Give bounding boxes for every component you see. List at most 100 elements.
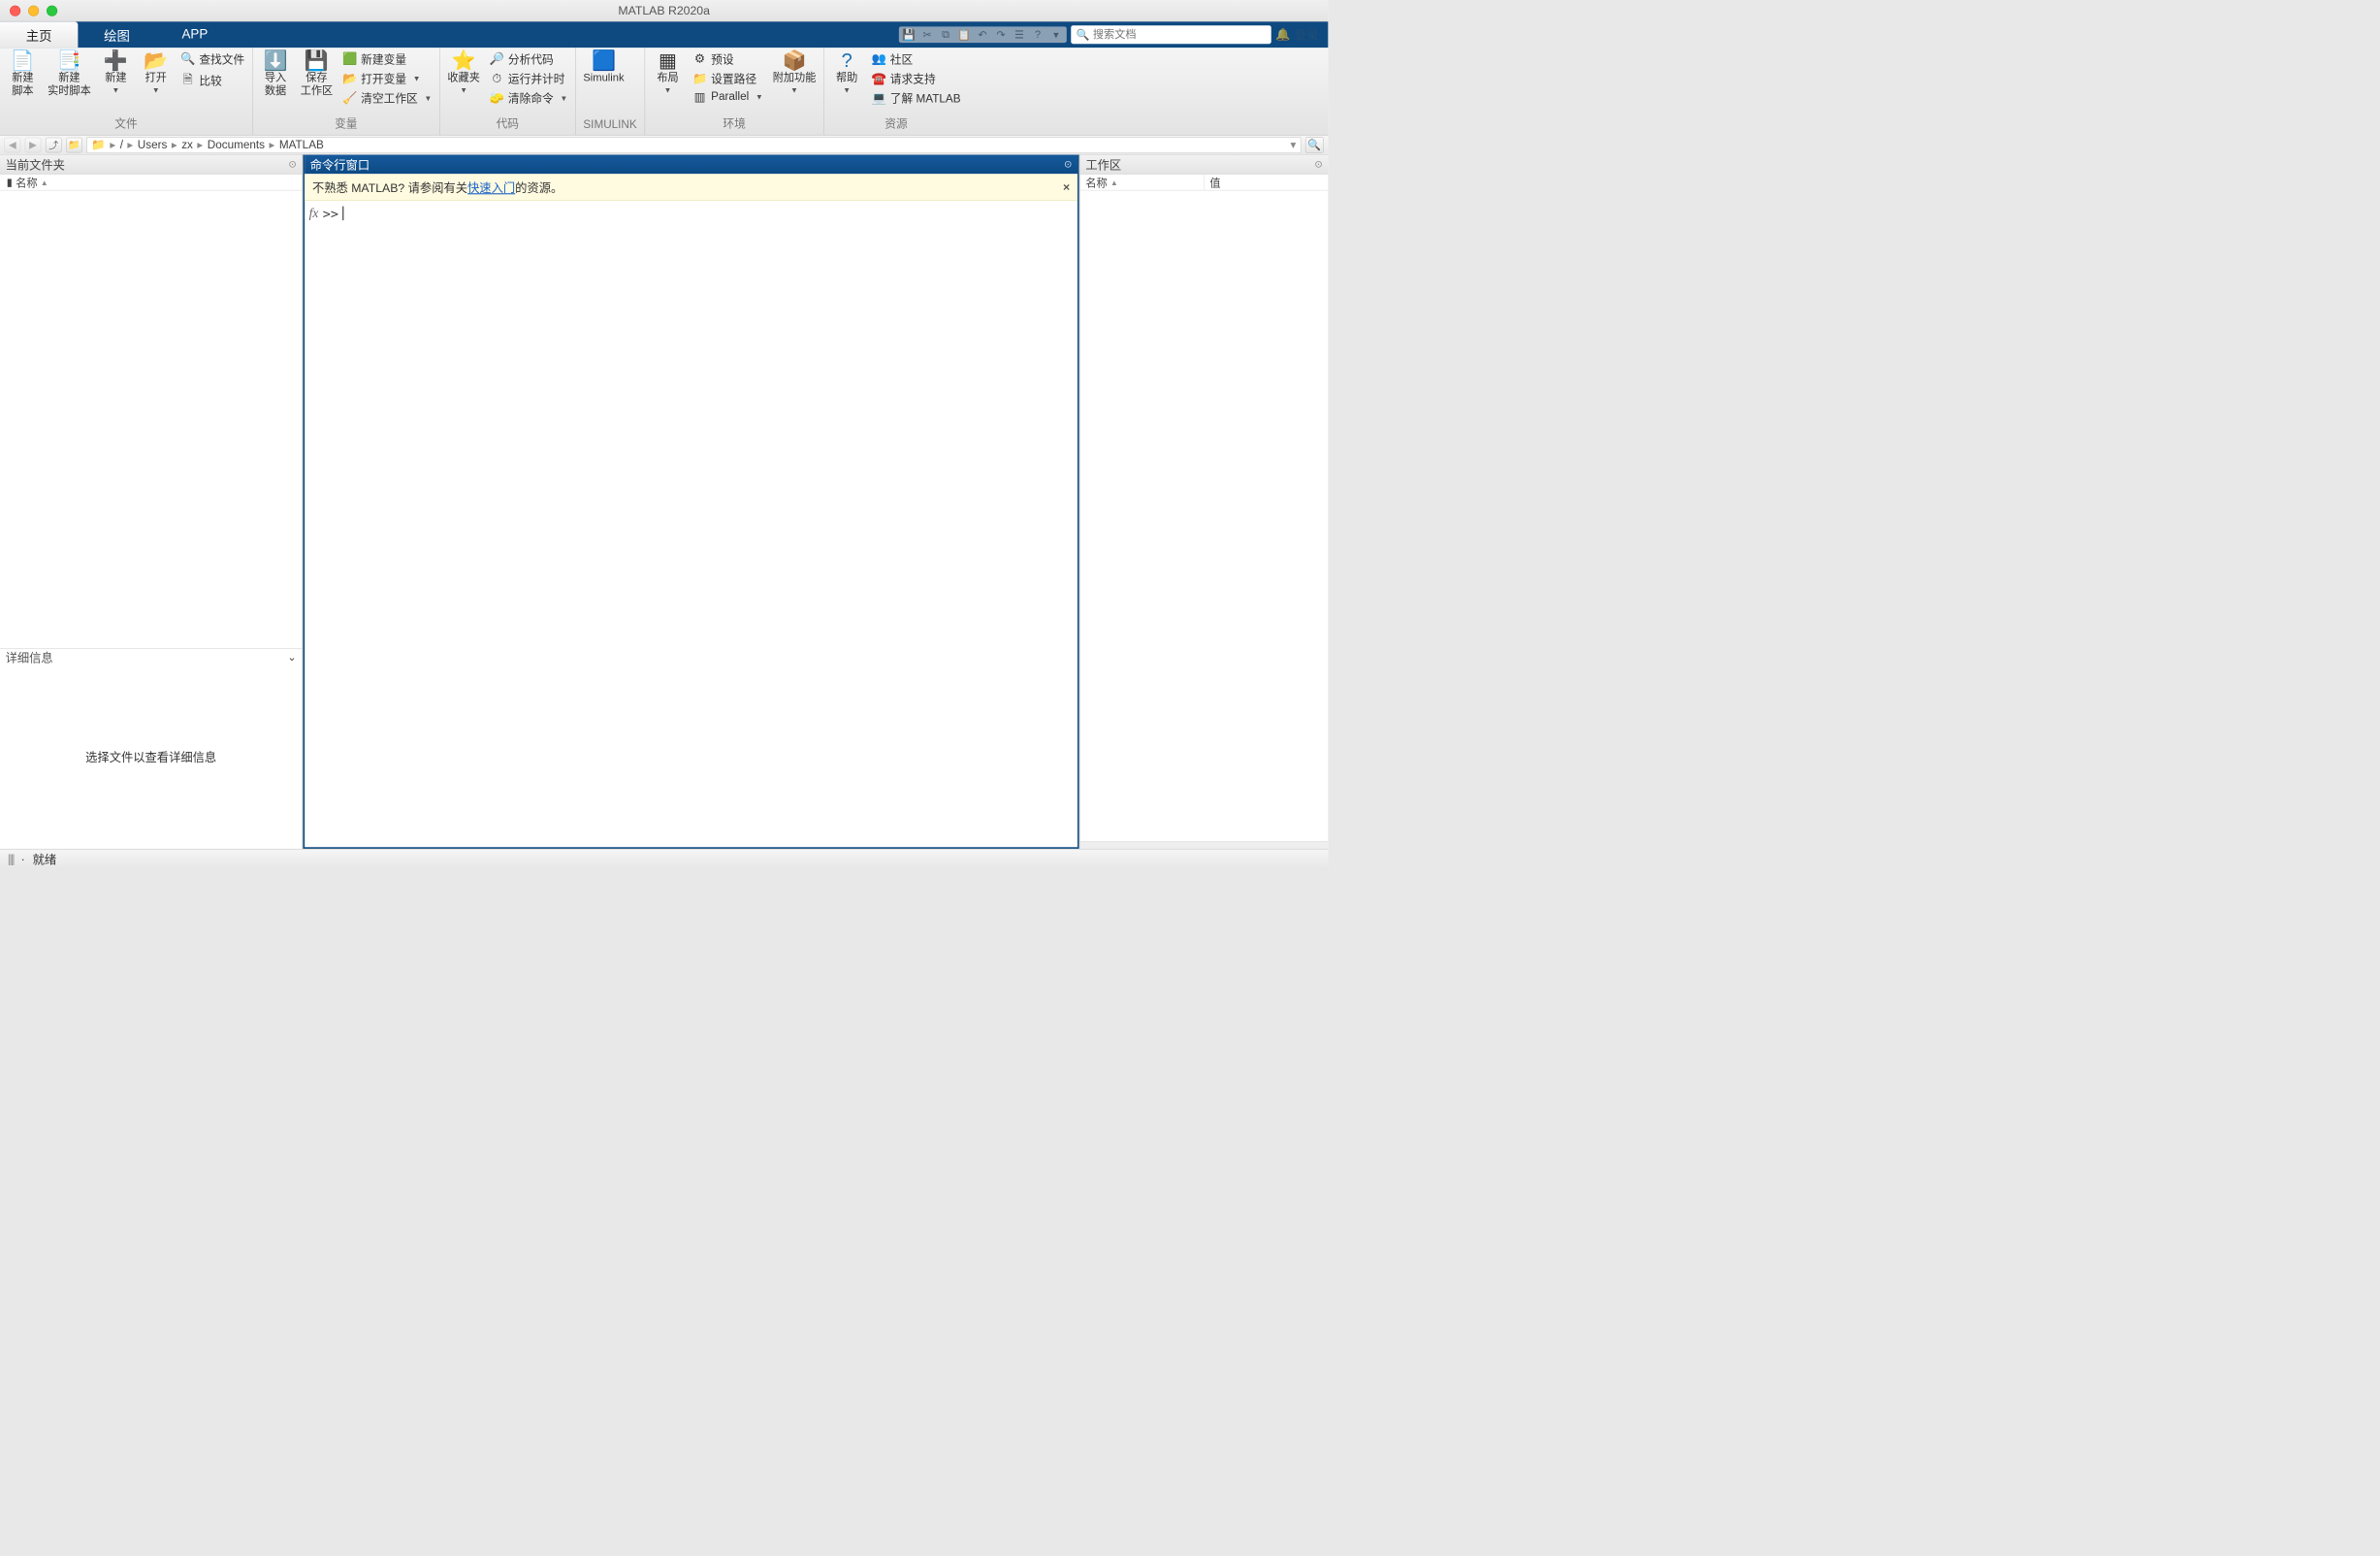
up-folder-button[interactable]: ⤴ [46,137,62,152]
addon-icon: 📦 [783,50,807,70]
current-folder-col-name[interactable]: ▮ 名称 ▲ [0,175,302,191]
copy-icon[interactable]: ⧉ [939,27,953,42]
titlebar: MATLAB R2020a [0,0,1328,21]
command-line[interactable]: fx >> [305,201,1077,227]
chevron-down-icon: ▼ [152,85,160,94]
open-variable-button[interactable]: 📂打开变量▼ [342,71,432,87]
cut-icon[interactable]: ✂ [920,27,935,42]
parallel-button[interactable]: ▥Parallel▼ [692,90,762,105]
clear-commands-button[interactable]: 🧽清除命令▼ [490,90,567,107]
switch-icon[interactable]: ☰ [1013,27,1027,42]
doc-search[interactable]: 🔍 [1071,25,1270,44]
community-button[interactable]: 👥社区 [872,50,961,67]
bell-icon[interactable]: 🔔 [1275,27,1290,42]
import-data-button[interactable]: ⬇️导入 数据 [260,50,290,97]
new-variable-button[interactable]: 🟩新建变量 [342,50,432,67]
crumb-root[interactable]: / [120,139,123,151]
folder-icon: 📁 [91,139,106,151]
simulink-button[interactable]: 🟦Simulink [583,50,624,84]
chevron-down-icon[interactable]: ▾ [1291,138,1297,151]
busy-indicator-icon: |||| [8,852,14,866]
login-link[interactable]: 登录 [1295,26,1319,44]
chevron-down-icon: ▼ [413,74,421,82]
request-support-button[interactable]: ☎️请求支持 [872,71,961,87]
workspace-col-name[interactable]: 名称▲ [1080,175,1205,190]
find-files-button[interactable]: 🔍查找文件 [180,50,244,67]
quick-access-toolbar: 💾 ✂ ⧉ 📋 ↶ ↷ ☰ ? ▾ [899,26,1067,43]
group-simulink-label: SIMULINK [583,116,636,135]
compare-button[interactable]: 🗎比较 [180,71,244,91]
crumb-matlab[interactable]: MATLAB [279,139,324,151]
set-path-button[interactable]: 📁设置路径 [692,71,762,87]
tab-app[interactable]: APP [156,21,234,48]
redo-icon[interactable]: ↷ [994,27,1009,42]
horizontal-scrollbar[interactable] [1080,841,1329,849]
new-var-icon: 🟩 [342,52,357,67]
quickstart-link[interactable]: 快速入门 [467,178,515,196]
open-var-icon: 📂 [342,72,357,86]
workspace-header: 工作区 ⊙ [1080,155,1329,175]
undo-icon[interactable]: ↶ [976,27,990,42]
doc-search-input[interactable] [1093,28,1266,41]
preferences-button[interactable]: ⚙预设 [692,50,762,67]
addons-button[interactable]: 📦附加功能▼ [773,50,817,94]
chevron-down-icon: ▼ [843,85,851,94]
group-variable: ⬇️导入 数据 💾保存 工作区 🟩新建变量 📂打开变量▼ 🧹清空工作区▼ 变量 [253,48,440,135]
getting-started-banner: 不熟悉 MATLAB? 请参阅有关 快速入门 的资源。 × [305,175,1077,201]
save-workspace-button[interactable]: 💾保存 工作区 [301,50,333,97]
minimize-panel-icon[interactable]: ⊙ [1314,158,1322,170]
nav-back-button[interactable]: ◀ [4,137,20,152]
close-banner-button[interactable]: × [1063,180,1070,195]
toolstrip: 📄新建 脚本 📑新建 实时脚本 ➕新建▼ 📂打开▼ 🔍查找文件 🗎比较 文件 ⬇… [0,48,1328,135]
new-script-button[interactable]: 📄新建 脚本 [8,50,38,97]
search-folder-button[interactable]: 🔍 [1305,137,1324,153]
layout-icon: ▦ [659,50,677,70]
layout-button[interactable]: ▦布局▼ [653,50,683,94]
find-icon: 🔍 [180,52,195,67]
crumb-zx[interactable]: zx [181,139,193,151]
minimize-panel-icon[interactable]: ⊙ [288,158,296,170]
workspace-list[interactable] [1080,190,1329,841]
chevron-down-icon: ▼ [790,85,798,94]
tab-home[interactable]: 主页 [0,21,78,48]
current-folder-list[interactable] [0,190,302,648]
clock-icon: ⏱ [490,72,504,86]
status-bar: |||| · 就绪 [0,849,1328,868]
run-time-button[interactable]: ⏱运行并计时 [490,71,567,87]
favorites-button[interactable]: ⭐收藏夹▼ [447,50,479,94]
command-window-panel: 命令行窗口 ⊙ 不熟悉 MATLAB? 请参阅有关 快速入门 的资源。 × fx… [303,155,1078,849]
tab-plot[interactable]: 绘图 [78,21,155,48]
workspace-panel: 工作区 ⊙ 名称▲ 值 [1079,155,1329,849]
details-header[interactable]: 详细信息 ⌄ [0,648,302,665]
tabstrip: 主页 绘图 APP 💾 ✂ ⧉ 📋 ↶ ↷ ☰ ? ▾ 🔍 🔔 登录 [0,21,1328,48]
eraser-icon: 🧽 [490,91,504,106]
clear-icon: 🧹 [342,91,357,106]
chevron-down-icon: ▼ [460,85,467,94]
save-icon[interactable]: 💾 [902,27,917,42]
clear-workspace-button[interactable]: 🧹清空工作区▼ [342,90,432,107]
help-button[interactable]: ?帮助▼ [832,50,862,94]
group-simulink: 🟦Simulink SIMULINK [576,48,646,135]
fx-icon[interactable]: fx [309,207,319,221]
workspace-col-value[interactable]: 值 [1205,175,1329,190]
paste-icon[interactable]: 📋 [957,27,972,42]
open-button[interactable]: 📂打开▼ [141,50,171,94]
learn-matlab-button[interactable]: 💻了解 MATLAB [872,90,961,107]
address-bar[interactable]: 📁 ▸ / ▸ Users ▸ zx ▸ Documents ▸ MATLAB … [86,137,1301,153]
group-file-label: 文件 [8,113,244,135]
group-file: 📄新建 脚本 📑新建 实时脚本 ➕新建▼ 📂打开▼ 🔍查找文件 🗎比较 文件 [0,48,253,135]
analyze-code-button[interactable]: 🔎分析代码 [490,50,567,67]
crumb-documents[interactable]: Documents [208,139,265,151]
open-icon: 📂 [144,50,168,70]
new-live-script-button[interactable]: 📑新建 实时脚本 [48,50,91,97]
browse-folder-button[interactable]: 📁 [66,137,82,152]
help-icon[interactable]: ? [1031,27,1045,42]
crumb-users[interactable]: Users [138,139,168,151]
star-icon: ⭐ [452,50,476,70]
minimize-panel-icon[interactable]: ⊙ [1064,158,1072,170]
chevron-down-icon[interactable]: ▾ [1049,27,1064,42]
nav-forward-button[interactable]: ▶ [25,137,42,152]
new-button[interactable]: ➕新建▼ [101,50,131,94]
gear-icon: ⚙ [692,52,707,67]
group-code: ⭐收藏夹▼ 🔎分析代码 ⏱运行并计时 🧽清除命令▼ 代码 [440,48,576,135]
